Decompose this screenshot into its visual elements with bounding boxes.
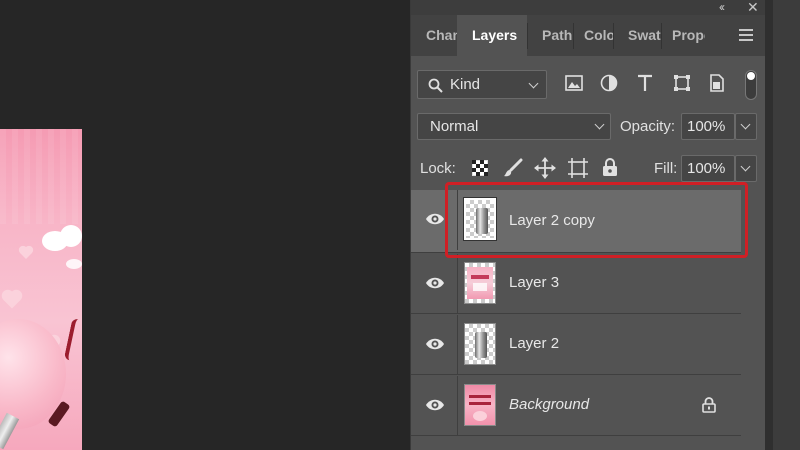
fill-value: 100% bbox=[687, 160, 726, 177]
smart-object-filter-icon[interactable] bbox=[709, 74, 725, 92]
artboard-nesting-icon[interactable] bbox=[567, 157, 589, 179]
search-icon bbox=[428, 78, 443, 93]
chevron-down-icon bbox=[740, 119, 751, 130]
opacity-label: Opacity: bbox=[620, 118, 676, 135]
type-filter-icon[interactable] bbox=[637, 74, 653, 92]
row-separator bbox=[457, 376, 458, 436]
canvas-heart bbox=[3, 291, 21, 309]
layer-name[interactable]: Layer 3 bbox=[509, 274, 559, 291]
layer-name[interactable]: Background bbox=[509, 396, 589, 413]
blend-mode-value: Normal bbox=[430, 118, 479, 135]
hamburger-menu-icon[interactable] bbox=[739, 29, 753, 41]
tab-paths[interactable]: Paths bbox=[527, 15, 573, 56]
lock-label: Lock: bbox=[420, 160, 456, 177]
filter-toggle-icon[interactable] bbox=[745, 70, 757, 100]
layer-row[interactable]: Background bbox=[411, 376, 741, 436]
eye-icon[interactable] bbox=[425, 337, 445, 351]
canvas-glass bbox=[0, 412, 20, 450]
opacity-dropdown-button[interactable] bbox=[735, 113, 757, 140]
canvas-heart bbox=[20, 247, 32, 259]
canvas-stripes bbox=[0, 129, 82, 224]
layer-thumbnail[interactable] bbox=[464, 384, 496, 426]
selection-highlight bbox=[445, 182, 748, 258]
tab-swatches[interactable]: Swatches bbox=[613, 15, 661, 56]
chevron-down-icon bbox=[740, 161, 751, 172]
fill-input[interactable]: 100% bbox=[681, 155, 735, 182]
filter-kind-select[interactable]: Kind bbox=[417, 70, 547, 99]
photoshop-window: ‹‹ ✕ Channels Layers Paths Color Swatche… bbox=[0, 0, 800, 450]
pink-poster-thumbnail bbox=[469, 395, 491, 398]
fill-dropdown-button[interactable] bbox=[735, 155, 757, 182]
canvas-cloud bbox=[66, 259, 82, 269]
layer-row[interactable]: Layer 3 bbox=[411, 254, 741, 314]
layer-name[interactable]: Layer 2 bbox=[509, 335, 559, 352]
canvas-area[interactable] bbox=[0, 0, 410, 450]
lock-all-icon[interactable] bbox=[602, 158, 618, 177]
close-icon[interactable]: ✕ bbox=[747, 0, 759, 14]
chevron-down-icon bbox=[528, 78, 539, 89]
blend-mode-select[interactable]: Normal bbox=[417, 113, 611, 140]
dock-divider[interactable] bbox=[765, 0, 773, 450]
image-filter-icon[interactable] bbox=[565, 75, 583, 91]
lock-image-pixels-icon[interactable] bbox=[503, 158, 523, 178]
lock-position-icon[interactable] bbox=[534, 157, 556, 179]
lock-transparent-pixels-icon[interactable] bbox=[472, 160, 488, 176]
tab-properties[interactable]: Properties bbox=[657, 15, 705, 56]
canvas-cloud bbox=[60, 225, 82, 247]
document-canvas[interactable] bbox=[0, 129, 82, 450]
eye-icon[interactable] bbox=[425, 212, 445, 226]
eye-icon[interactable] bbox=[425, 398, 445, 412]
layer-thumbnail[interactable] bbox=[464, 262, 496, 304]
filter-kind-label: Kind bbox=[450, 76, 481, 93]
cylinder-thumbnail bbox=[475, 332, 487, 358]
chevron-down-icon bbox=[594, 119, 605, 130]
panel-titlebar: ‹‹ ✕ bbox=[411, 0, 765, 15]
canvas-script-stroke bbox=[63, 318, 82, 362]
tab-color[interactable]: Color bbox=[569, 15, 613, 56]
tab-channels[interactable]: Channels bbox=[411, 15, 457, 56]
tab-layers[interactable]: Layers bbox=[457, 15, 527, 56]
opacity-input[interactable]: 100% bbox=[681, 113, 735, 140]
panel-dock-edge bbox=[765, 0, 800, 450]
layer-row[interactable]: Layer 2 bbox=[411, 315, 741, 375]
shape-filter-icon[interactable] bbox=[673, 74, 691, 92]
row-separator bbox=[457, 254, 458, 314]
adjustment-filter-icon[interactable] bbox=[600, 74, 618, 92]
fill-label: Fill: bbox=[654, 160, 678, 177]
lock-icon bbox=[702, 397, 716, 413]
pink-card-thumbnail bbox=[467, 267, 493, 299]
row-separator bbox=[457, 315, 458, 375]
panel-tabbar: Channels Layers Paths Color Swatches Pro… bbox=[411, 15, 765, 56]
layer-thumbnail[interactable] bbox=[464, 323, 496, 365]
double-chevron-left-icon[interactable]: ‹‹ bbox=[719, 0, 725, 14]
opacity-value: 100% bbox=[687, 118, 726, 135]
eye-icon[interactable] bbox=[425, 276, 445, 290]
